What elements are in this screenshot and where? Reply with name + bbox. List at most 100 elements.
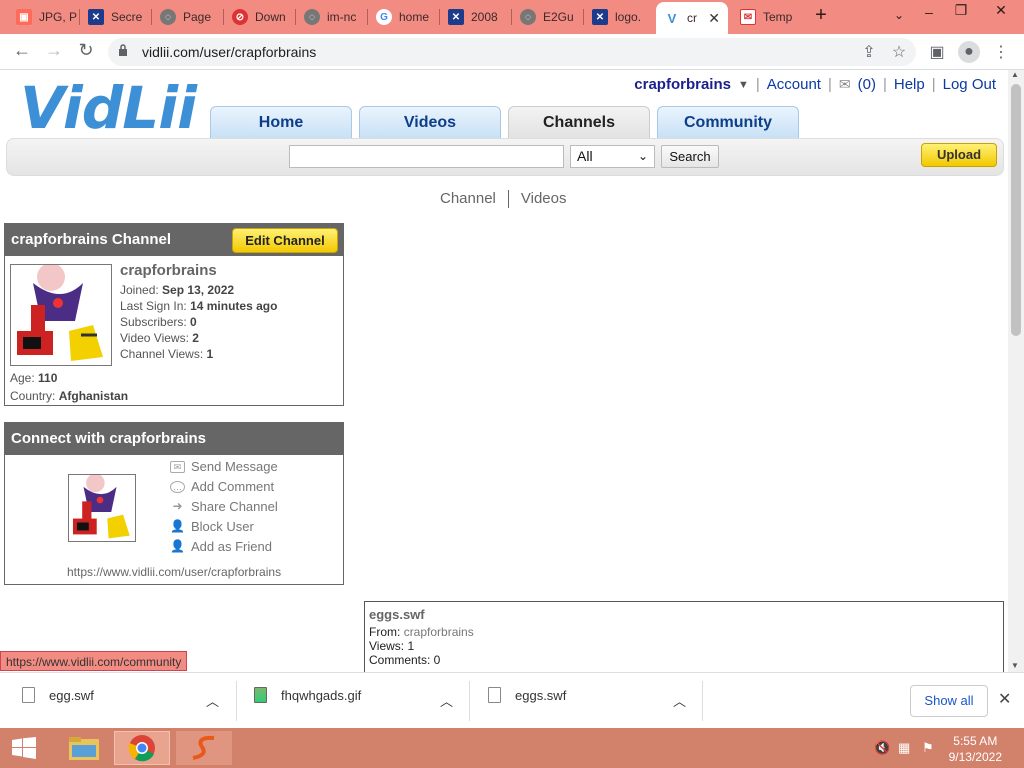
nav-tab-community[interactable]: Community: [657, 106, 799, 138]
search-category-select[interactable]: All ⌄: [570, 145, 655, 168]
download-item[interactable]: egg.swf: [22, 687, 94, 703]
search-button[interactable]: Search: [661, 145, 719, 168]
nav-tab-channels[interactable]: Channels: [508, 106, 650, 138]
action-center-icon[interactable]: ⚑: [922, 740, 934, 756]
close-downloads-icon[interactable]: ✕: [998, 689, 1011, 709]
search-input[interactable]: [289, 145, 564, 168]
logout-link[interactable]: Log Out: [943, 76, 996, 93]
reload-icon[interactable]: ↻: [74, 40, 98, 61]
back-icon[interactable]: ←: [10, 40, 34, 61]
chevron-up-icon[interactable]: ︿: [673, 691, 686, 710]
download-item[interactable]: fhqwhgads.gif: [254, 687, 361, 703]
last-sign-in: 14 minutes ago: [190, 299, 278, 313]
browser-tab[interactable]: ✉ Temp: [732, 4, 804, 30]
vidlii-logo[interactable]: VidLii: [20, 74, 197, 142]
video-title[interactable]: eggs.swf: [369, 608, 999, 622]
add-comment-link[interactable]: … Add Comment: [170, 479, 274, 494]
network-icon[interactable]: ▦: [898, 740, 910, 756]
block-user-link[interactable]: 👤 Block User: [170, 519, 254, 534]
close-tab-icon[interactable]: ✕: [708, 10, 720, 27]
browser-tab-active[interactable]: V cr ✕: [656, 2, 728, 34]
age-value: 110: [38, 371, 58, 385]
avatar[interactable]: [10, 264, 112, 366]
browser-tab[interactable]: ▣ JPG, P: [8, 4, 80, 30]
image-icon: ▣: [16, 9, 32, 25]
start-button[interactable]: [0, 731, 48, 765]
video-views: Views: 1: [369, 639, 415, 653]
connect-box: Connect with crapforbrains ✉ Send Messag…: [4, 422, 344, 585]
chevron-up-icon[interactable]: ︿: [206, 691, 219, 710]
inbox-count-link[interactable]: (0): [858, 76, 876, 93]
channel-extra-info: Age: 110 Country: Afghanistan: [10, 371, 129, 403]
joined-date: Sep 13, 2022: [162, 283, 235, 297]
browser-tab[interactable]: ✕ Secre: [80, 4, 152, 30]
user-block-icon: 👤: [170, 518, 185, 533]
subscriber-count: 0: [190, 315, 197, 329]
volume-muted-icon[interactable]: 🔇: [874, 740, 890, 756]
add-friend-link[interactable]: 👤 Add as Friend: [170, 539, 272, 554]
close-window-icon[interactable]: ✕: [986, 2, 1016, 19]
browser-tab[interactable]: ◌ Page: [152, 4, 224, 30]
show-all-downloads-button[interactable]: Show all: [910, 685, 988, 717]
browser-tab[interactable]: ◌ im-nc: [296, 4, 368, 30]
avatar-image: [11, 265, 111, 365]
browser-tab-strip: ▣ JPG, P ✕ Secre ◌ Page ⊘ Down ◌ im-nc G…: [0, 0, 1024, 34]
url-text: vidlii.com/user/crapforbrains: [142, 44, 317, 60]
browser-tab[interactable]: ⊘ Down: [224, 4, 296, 30]
profile-avatar-icon[interactable]: ●: [958, 41, 980, 63]
username-menu[interactable]: crapforbrains: [634, 76, 731, 93]
forward-icon[interactable]: →: [42, 40, 66, 61]
chevron-down-icon[interactable]: ▼: [738, 79, 749, 91]
vidlii-page: VidLii crapforbrains ▼ | Account | ✉ (0)…: [0, 70, 1008, 672]
nav-tab-home[interactable]: Home: [210, 106, 352, 138]
user-links: crapforbrains ▼ | Account | ✉ (0) | Help…: [634, 76, 996, 93]
ban-icon: ⊘: [232, 9, 248, 25]
scroll-down-icon[interactable]: ▼: [1011, 661, 1019, 670]
envelope-icon[interactable]: ✉: [839, 76, 851, 93]
browser-tab[interactable]: ✕ 2008: [440, 4, 512, 30]
chevron-up-icon[interactable]: ︿: [440, 691, 453, 710]
video-author-link[interactable]: crapforbrains: [404, 625, 474, 639]
file-icon: [22, 687, 35, 703]
side-panel-icon[interactable]: ▣: [926, 42, 948, 62]
scrollbar-thumb[interactable]: [1011, 84, 1021, 336]
tab-search-icon[interactable]: ⌄: [884, 8, 914, 22]
help-link[interactable]: Help: [894, 76, 925, 93]
subnav-videos-link[interactable]: Videos: [521, 190, 567, 208]
upload-button[interactable]: Upload: [921, 143, 997, 167]
speech-bubble-icon: …: [170, 480, 185, 493]
browser-tab[interactable]: ◌ E2Gu: [512, 4, 584, 30]
edit-channel-button[interactable]: Edit Channel: [232, 228, 338, 253]
flag-icon: ✕: [88, 9, 104, 25]
channel-username[interactable]: crapforbrains: [120, 262, 277, 279]
app-taskbar-icon[interactable]: [176, 731, 232, 765]
share-icon[interactable]: ⇪: [858, 42, 880, 62]
minimize-icon[interactable]: –: [914, 4, 944, 20]
scroll-up-icon[interactable]: ▲: [1011, 70, 1019, 79]
address-bar[interactable]: vidlii.com/user/crapforbrains: [108, 38, 916, 66]
page-scrollbar[interactable]: ▲ ▼: [1008, 70, 1024, 672]
browser-tab[interactable]: ✕ logo.: [584, 4, 656, 30]
envelope-icon: ✉: [170, 460, 185, 473]
file-explorer-icon[interactable]: [56, 731, 112, 765]
share-channel-link[interactable]: ➜ Share Channel: [170, 499, 277, 514]
subnav-channel-link[interactable]: Channel: [440, 190, 496, 208]
globe-icon: ◌: [304, 9, 320, 25]
channel-url[interactable]: https://www.vidlii.com/user/crapforbrain…: [67, 565, 281, 579]
video-comments: Comments: 0: [369, 653, 441, 667]
taskbar-clock[interactable]: 5:55 AM 9/13/2022: [949, 733, 1002, 765]
lock-icon: [119, 44, 127, 56]
browser-tab[interactable]: G home: [368, 4, 440, 30]
image-file-icon: [254, 687, 267, 703]
browser-toolbar: ← → ↻ vidlii.com/user/crapforbrains ⇪ ☆ …: [0, 34, 1024, 70]
send-message-link[interactable]: ✉ Send Message: [170, 459, 278, 474]
menu-kebab-icon[interactable]: ⋮: [990, 42, 1012, 62]
restore-icon[interactable]: ❐: [946, 2, 976, 19]
bookmark-star-icon[interactable]: ☆: [888, 42, 910, 62]
nav-tab-videos[interactable]: Videos: [359, 106, 501, 138]
download-item[interactable]: eggs.swf: [488, 687, 566, 703]
new-tab-icon[interactable]: +: [806, 4, 836, 27]
avatar-small[interactable]: [68, 474, 136, 542]
chrome-taskbar-icon[interactable]: [114, 731, 170, 765]
account-link[interactable]: Account: [767, 76, 821, 93]
